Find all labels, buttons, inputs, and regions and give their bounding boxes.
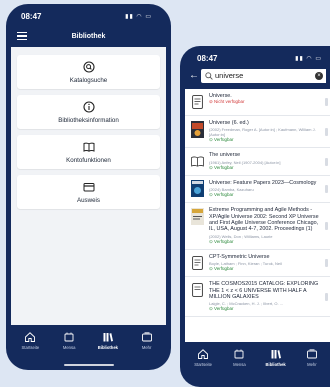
list-item[interactable]: Universe. ⊘ Nicht verfügbar <box>185 89 330 116</box>
status-bar: 08:47 ▮▮ ◠ ▭ <box>11 8 166 25</box>
tab-home-label: Startseite <box>194 362 212 367</box>
home-indicator <box>63 364 114 366</box>
tab-home[interactable]: Startseite <box>15 331 45 350</box>
food-icon <box>64 332 74 342</box>
book-icon <box>190 152 204 170</box>
home-icon <box>25 332 36 342</box>
list-item[interactable]: THE COSMOS2015 CATALOG: EXPLORING THE 1 … <box>185 277 330 318</box>
search-query: universe <box>215 71 244 80</box>
card-icon <box>83 182 94 191</box>
chevron-right-icon <box>325 127 328 136</box>
result-status: ⊙ Verfügbar <box>209 137 234 143</box>
info-icon <box>82 100 95 113</box>
tab-home[interactable]: Startseite <box>188 348 218 367</box>
document-icon <box>190 281 204 299</box>
chevron-right-icon <box>325 292 328 301</box>
result-title: The universe <box>209 152 241 159</box>
tab-library-label: Bibliothek <box>97 345 118 350</box>
page-title: Bibliothek <box>71 32 106 40</box>
book-icon <box>83 142 94 152</box>
tab-more-label: Mehr <box>141 345 152 350</box>
catalog-search-label: Katalogsuche <box>69 76 108 84</box>
status-bar: 08:47 ▮▮ ◠ ▭ <box>185 50 330 67</box>
search-icon <box>82 60 95 73</box>
back-arrow-icon[interactable]: ← <box>187 70 201 81</box>
result-title: Extreme Programming and Agile Methods - … <box>209 207 319 233</box>
hamburger-menu-icon[interactable] <box>17 32 27 40</box>
list-item[interactable]: Extreme Programming and Agile Methods - … <box>185 203 330 250</box>
chevron-right-icon <box>325 259 328 268</box>
status-time: 08:47 <box>197 54 218 63</box>
more-icon <box>141 332 152 342</box>
signal-wifi-battery-icon: ▮▮ ◠ ▭ <box>295 56 322 62</box>
library-icon <box>103 333 113 342</box>
status-time: 08:47 <box>21 12 42 21</box>
bottom-tab-bar: Startseite Mensa Bibliothek Mehr <box>11 325 166 365</box>
result-status: ⊙ Verfügbar <box>209 192 234 198</box>
document-icon <box>190 93 204 111</box>
result-meta: (2002) Freedman, Roger A. [Autor:in] ; K… <box>209 127 316 138</box>
result-status: ⊘ Nicht verfügbar <box>209 99 245 105</box>
list-item[interactable]: CPT-Symmetric Universe Boyle, Latham ; F… <box>185 250 330 278</box>
list-item[interactable]: Universe: Feature Papers 2023—Cosmology … <box>185 176 330 204</box>
bottom-tab-bar: Startseite Mensa Bibliothek Mehr <box>185 342 330 382</box>
tab-mensa[interactable]: Mensa <box>54 331 84 350</box>
cover-image <box>190 120 204 138</box>
result-title: CPT-Symmetric Universe <box>209 253 270 260</box>
result-status: ⊙ Verfügbar <box>209 238 234 244</box>
chevron-right-icon <box>325 222 328 231</box>
document-icon <box>190 254 204 272</box>
app-bar: Bibliothek <box>11 25 166 47</box>
list-item[interactable]: Universe (6. ed.) (2002) Freedman, Roger… <box>185 116 330 149</box>
library-card-label: Ausweis <box>76 196 101 204</box>
tab-more[interactable]: Mehr <box>297 348 327 367</box>
tab-library[interactable]: Bibliothek <box>261 348 291 367</box>
search-bar: ← universe × <box>185 67 330 84</box>
library-info-label: Bibliotheksinformation <box>58 116 119 124</box>
cover-image <box>190 180 204 198</box>
result-status: ⊙ Verfügbar <box>209 306 234 312</box>
phone-search-results: 08:47 ▮▮ ◠ ▭ ← universe × Universe. ⊘ Ni… <box>180 46 330 387</box>
tab-more-label: Mehr <box>307 362 317 367</box>
result-title: THE COSMOS2015 CATALOG: EXPLORING THE 1 … <box>209 281 319 301</box>
result-title: Universe (6. ed.) <box>209 120 249 126</box>
search-input[interactable]: universe × <box>201 68 326 83</box>
chevron-right-icon <box>325 185 328 194</box>
library-info-card[interactable]: Bibliotheksinformation <box>17 95 160 129</box>
account-functions-card[interactable]: Kontofunktionen <box>17 135 160 169</box>
clear-search-icon[interactable]: × <box>315 71 323 80</box>
cover-image <box>190 207 204 225</box>
tab-mensa-label: Mensa <box>233 362 246 367</box>
phone-library-home: 08:47 ▮▮ ◠ ▭ Bibliothek Katalogsuche Bib… <box>6 4 171 370</box>
home-icon <box>198 349 209 359</box>
library-icon <box>271 350 281 359</box>
food-icon <box>234 349 244 359</box>
tab-library[interactable]: Bibliothek <box>93 331 123 350</box>
result-status: ⊙ Verfügbar <box>209 266 234 272</box>
library-card-card[interactable]: Ausweis <box>17 175 160 209</box>
result-title: Universe: Feature Papers 2023—Cosmology <box>209 179 317 186</box>
more-icon <box>306 349 317 359</box>
tab-home-label: Startseite <box>21 345 40 350</box>
account-functions-label: Kontofunktionen <box>66 156 111 164</box>
tab-mensa-label: Mensa <box>62 345 76 350</box>
chevron-right-icon <box>325 98 328 106</box>
tab-mensa[interactable]: Mensa <box>224 348 254 367</box>
library-menu: Katalogsuche Bibliotheksinformation Kont… <box>11 47 166 325</box>
list-item[interactable]: The universe (1961) Anfey, Neil (1907-20… <box>185 148 330 176</box>
tab-more[interactable]: Mehr <box>132 331 162 350</box>
results-list: Universe. ⊘ Nicht verfügbar Universe (6.… <box>185 89 330 342</box>
tab-library-label: Bibliothek <box>265 362 286 367</box>
search-icon <box>205 71 213 80</box>
catalog-search-card[interactable]: Katalogsuche <box>17 55 160 89</box>
signal-wifi-battery-icon: ▮▮ ◠ ▭ <box>125 14 152 20</box>
chevron-right-icon <box>325 157 328 166</box>
result-status: ⊙ Verfügbar <box>209 164 234 170</box>
